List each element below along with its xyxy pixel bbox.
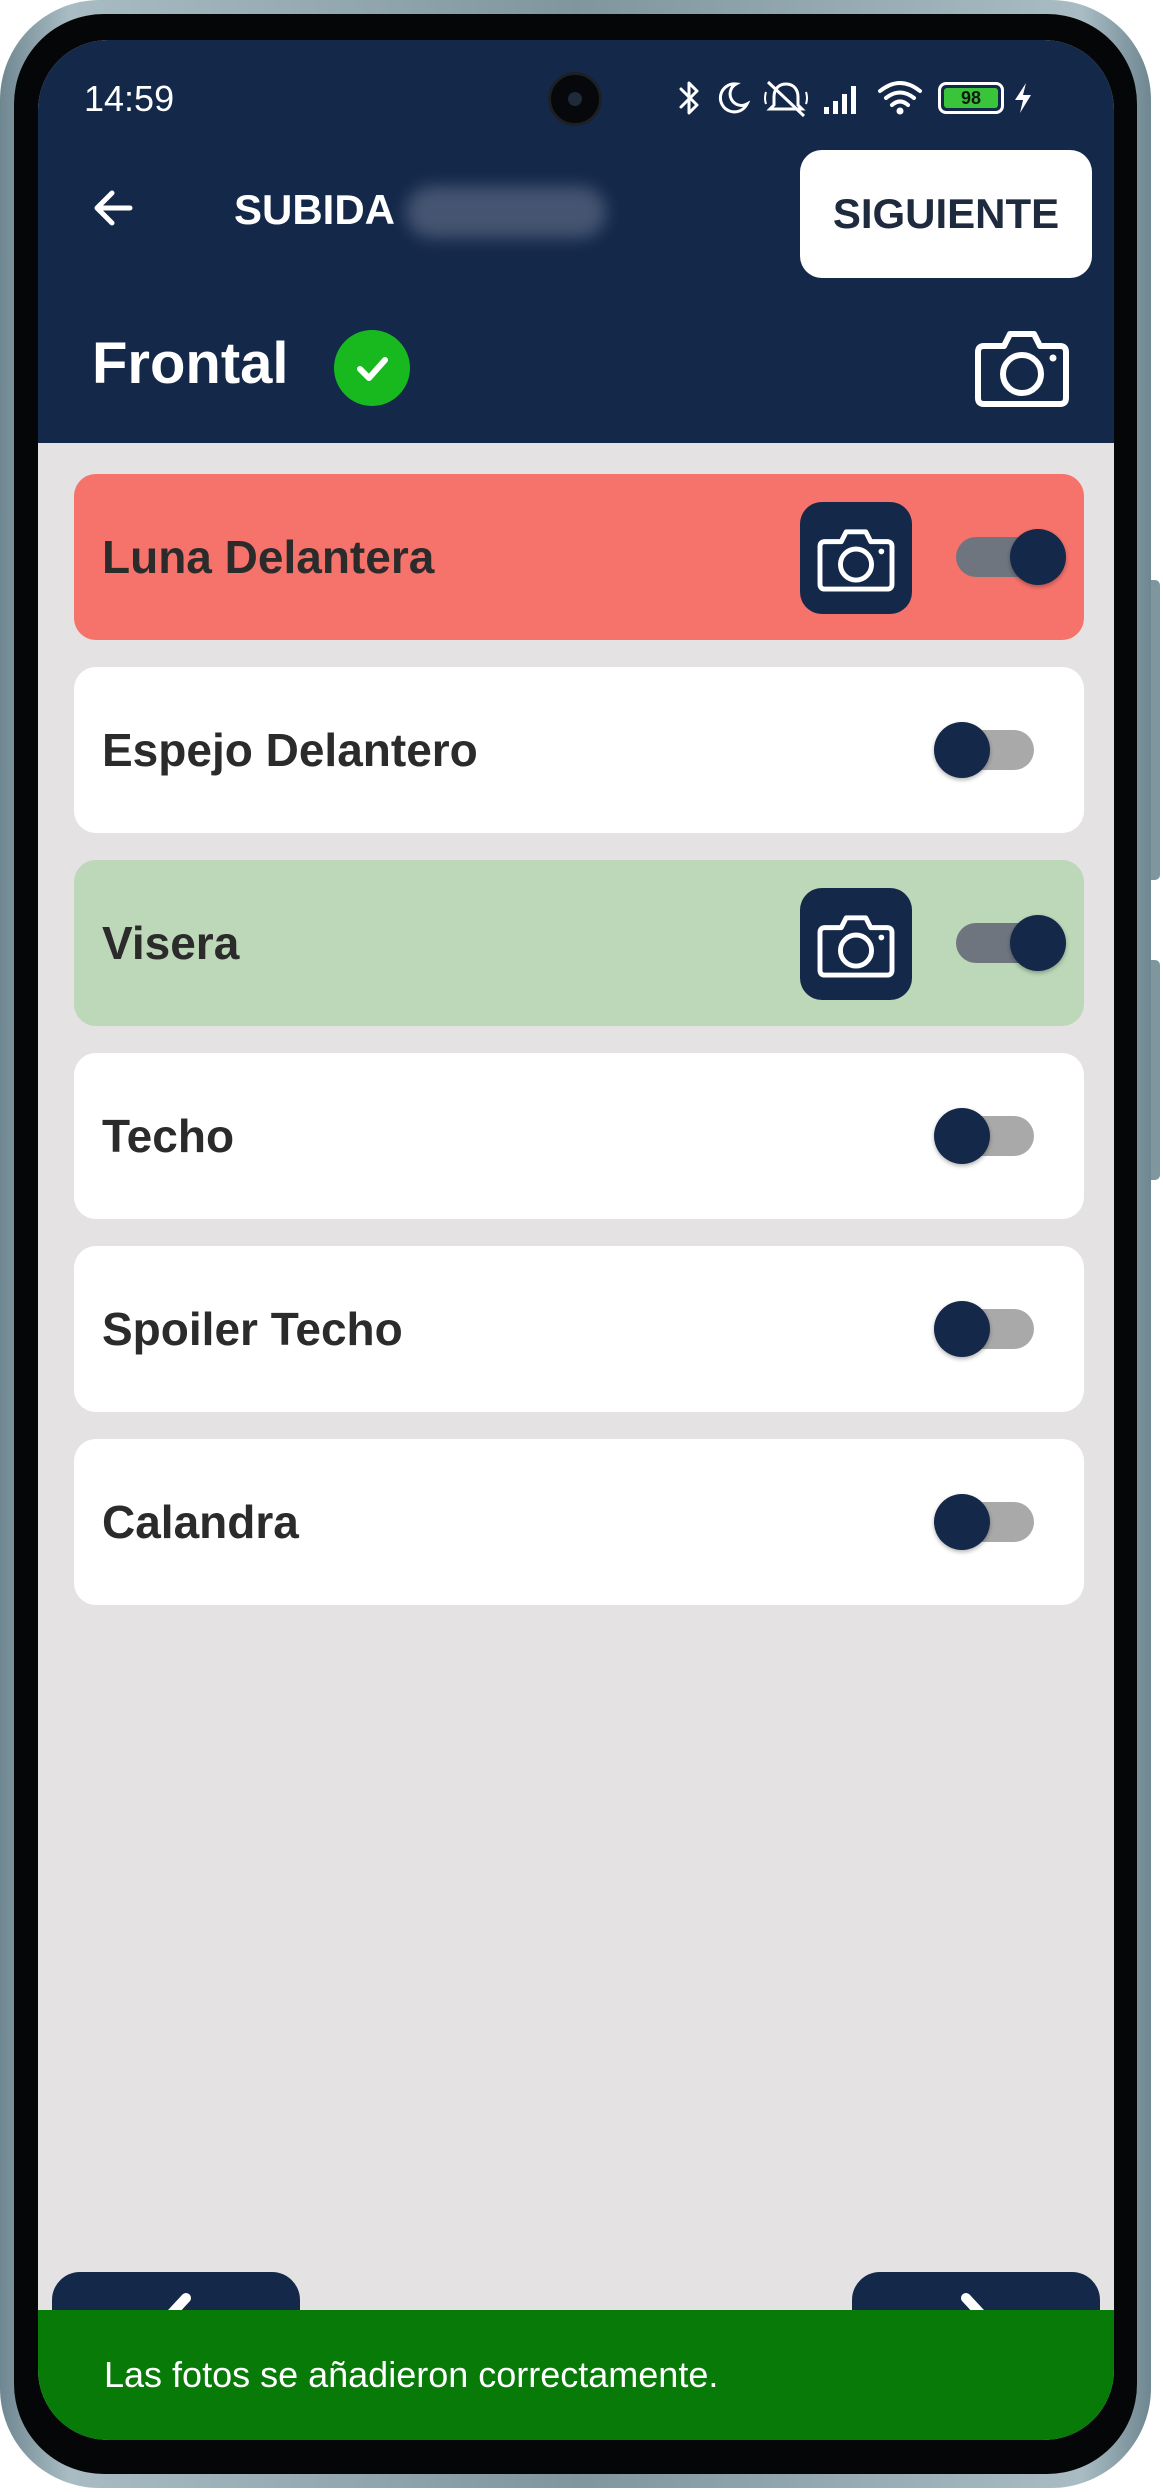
snackbar: Las fotos se añadieron correctamente.	[38, 2310, 1114, 2440]
item-label: Calandra	[102, 1496, 299, 1548]
item-label: Techo	[102, 1110, 235, 1162]
list-item[interactable]: Luna Delantera	[74, 474, 1084, 640]
camera-icon	[817, 529, 895, 592]
item-toggle[interactable]	[934, 1053, 1044, 1219]
item-toggle[interactable]	[956, 474, 1066, 640]
list-item[interactable]: Techo	[74, 1053, 1084, 1219]
toggle-knob	[934, 1494, 990, 1550]
status-icons: 98	[678, 70, 1048, 126]
list-item[interactable]: Visera	[74, 860, 1084, 1026]
item-camera-button[interactable]	[800, 502, 912, 614]
toggle-knob	[934, 1301, 990, 1357]
section-title: Frontal	[92, 331, 289, 396]
battery-icon: 98	[938, 82, 1004, 114]
back-button[interactable]	[84, 178, 144, 238]
volume-button	[1151, 580, 1160, 880]
item-toggle[interactable]	[934, 667, 1044, 833]
item-camera-button[interactable]	[800, 888, 912, 1000]
wifi-icon	[878, 81, 922, 115]
list-item[interactable]: Spoiler Techo	[74, 1246, 1084, 1412]
camera-icon	[975, 331, 1069, 407]
moon-icon	[718, 82, 750, 114]
item-label: Espejo Delantero	[102, 724, 478, 776]
item-toggle[interactable]	[934, 1246, 1044, 1412]
charging-icon	[1015, 83, 1031, 113]
app-header: 14:59 98 SUBIDA SIGUIENTE Frontal	[38, 40, 1114, 443]
snackbar-message: Las fotos se añadieron correctamente.	[104, 2354, 719, 2395]
item-label: Luna Delantera	[102, 531, 435, 583]
section-camera-button[interactable]	[974, 322, 1070, 410]
toggle-knob	[1010, 529, 1066, 585]
item-label: Spoiler Techo	[102, 1303, 403, 1355]
toggle-knob	[1010, 915, 1066, 971]
app-screen: 14:59 98 SUBIDA SIGUIENTE Frontal Luna D…	[38, 40, 1114, 2440]
front-camera	[548, 72, 602, 126]
list-item[interactable]: Espejo Delantero	[74, 667, 1084, 833]
redacted-plate	[406, 186, 606, 238]
bluetooth-icon	[679, 81, 699, 115]
status-time: 14:59	[84, 78, 175, 119]
toggle-knob	[934, 1108, 990, 1164]
page-title: SUBIDA	[234, 186, 396, 233]
list-item[interactable]: Calandra	[74, 1439, 1084, 1605]
next-button[interactable]: SIGUIENTE	[800, 150, 1092, 278]
item-label: Visera	[102, 917, 240, 969]
mute-icon	[764, 80, 808, 118]
battery-level: 98	[944, 88, 998, 108]
check-circle-icon	[334, 330, 410, 406]
signal-icon	[824, 86, 856, 114]
item-toggle[interactable]	[956, 860, 1066, 1026]
power-button	[1151, 960, 1160, 1180]
toggle-knob	[934, 722, 990, 778]
arrow-left-icon	[94, 190, 133, 226]
camera-icon	[817, 915, 895, 978]
item-toggle[interactable]	[934, 1439, 1044, 1605]
